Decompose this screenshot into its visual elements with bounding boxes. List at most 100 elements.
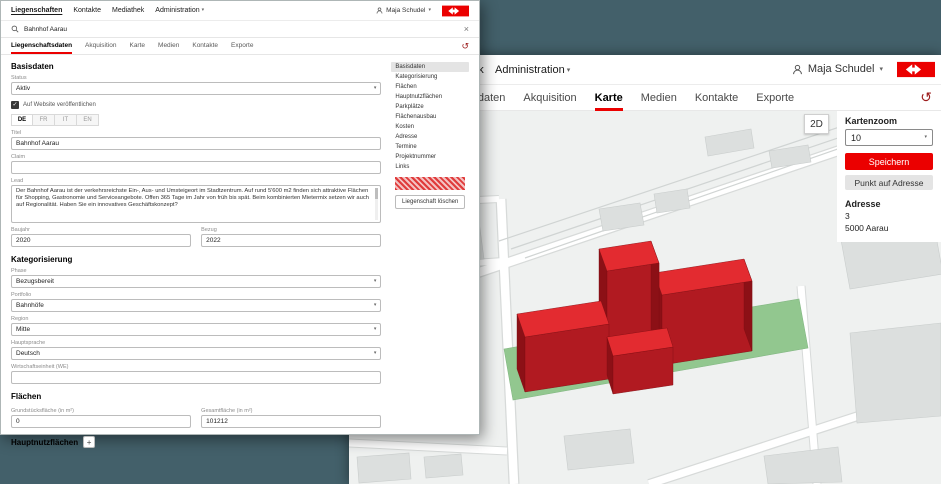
- chevron-down-icon: ▾: [374, 303, 377, 308]
- section-sidenav: Basisdaten Kategorisierung Flächen Haupt…: [391, 62, 469, 448]
- user-menu[interactable]: Maja Schudel ▾: [376, 7, 431, 14]
- gesamtflaeche-input[interactable]: 101212: [201, 415, 381, 428]
- lang-tab-it[interactable]: IT: [55, 114, 77, 126]
- clear-search-icon[interactable]: ×: [464, 24, 469, 34]
- phase-select[interactable]: Bezugsbereit ▾: [11, 275, 381, 288]
- lang-tab-en[interactable]: EN: [77, 114, 99, 126]
- portfolio-select[interactable]: Bahnhöfe ▾: [11, 299, 381, 312]
- tab-medien[interactable]: Medien: [641, 85, 677, 111]
- chevron-down-icon: ▾: [567, 67, 571, 74]
- publish-checkbox-row: ✓ Auf Website veröffentlichen: [11, 101, 381, 109]
- select-value: Bahnhöfe: [16, 302, 44, 309]
- chevron-down-icon: ▾: [374, 351, 377, 356]
- status-label: Status: [11, 75, 381, 81]
- wirtschaftseinheit-label: Wirtschaftseinheit (WE): [11, 364, 381, 370]
- publish-checkbox[interactable]: ✓: [11, 101, 19, 109]
- kartenzoom-label: Kartenzoom: [845, 116, 933, 126]
- lead-textarea[interactable]: Der Bahnhof Aarau ist der verkehrsreichs…: [11, 185, 381, 223]
- add-hauptnutzflaeche-button[interactable]: +: [83, 436, 95, 448]
- lang-tab-fr[interactable]: FR: [33, 114, 55, 126]
- map-thumbnail-placeholder[interactable]: [395, 177, 465, 190]
- tab-karte[interactable]: Karte: [129, 38, 145, 54]
- chevron-down-icon: ▾: [879, 66, 883, 73]
- address-line-1: 3: [845, 211, 933, 221]
- sidenav-item-adresse[interactable]: Adresse: [391, 132, 469, 142]
- select-value: 10: [851, 133, 861, 143]
- bezug-input[interactable]: 2022: [201, 234, 381, 247]
- gesamtflaeche-label: Gesamtfläche (in m²): [201, 408, 381, 414]
- hauptsprache-label: Hauptsprache: [11, 340, 381, 346]
- nav-item-mediathek[interactable]: Mediathek: [112, 7, 144, 14]
- speichern-button[interactable]: Speichern: [845, 153, 933, 170]
- sidenav-item-links[interactable]: Links: [391, 162, 469, 172]
- select-value: Mitte: [16, 326, 30, 333]
- tab-liegenschaftsdaten[interactable]: Liegenschaftsdaten: [11, 38, 72, 54]
- sidenav-item-flaechenausbau[interactable]: Flächenausbau: [391, 112, 469, 122]
- select-value: Deutsch: [16, 350, 40, 357]
- titel-label: Titel: [11, 130, 381, 136]
- kartenzoom-select[interactable]: 10 ▾: [845, 129, 933, 146]
- sidenav-item-projektnummer[interactable]: Projektnummer: [391, 152, 469, 162]
- tab-akquisition[interactable]: Akquisition: [85, 38, 116, 54]
- punkt-auf-adresse-button[interactable]: Punkt auf Adresse: [845, 175, 933, 190]
- claim-input[interactable]: [11, 161, 381, 174]
- address-line-2: 5000 Aarau: [845, 223, 933, 233]
- nav-item-label: Administration: [155, 7, 199, 14]
- delete-property-button[interactable]: Liegenschaft löschen: [395, 195, 465, 209]
- baujahr-label: Baujahr: [11, 227, 191, 233]
- select-value: Bezugsbereit: [16, 278, 54, 285]
- user-menu[interactable]: Maja Schudel ▾: [792, 63, 883, 75]
- chevron-down-icon: ▾: [202, 8, 205, 13]
- tab-kontakte[interactable]: Kontakte: [192, 38, 218, 54]
- lang-tab-de[interactable]: DE: [11, 114, 33, 126]
- sidenav-item-termine[interactable]: Termine: [391, 142, 469, 152]
- scrollbar-thumb[interactable]: [375, 188, 378, 199]
- nav-item-administration[interactable]: Administration ▾: [155, 7, 204, 14]
- language-tabs: DE FR IT EN: [11, 114, 381, 126]
- sidenav-item-kategorisierung[interactable]: Kategorisierung: [391, 72, 469, 82]
- sidenav-item-parkplaetze[interactable]: Parkplätze: [391, 102, 469, 112]
- search-icon: [11, 25, 19, 33]
- history-icon[interactable]: ↺: [920, 89, 932, 106]
- region-label: Region: [11, 316, 381, 322]
- sidenav-item-kosten[interactable]: Kosten: [391, 122, 469, 132]
- scrollbar[interactable]: [375, 188, 378, 220]
- sidenav-item-hauptnutzflaechen[interactable]: Hauptnutzflächen: [391, 92, 469, 102]
- lead-label: Lead: [11, 178, 381, 184]
- grundstuecksflaeche-input[interactable]: 0: [11, 415, 191, 428]
- property-form: Basisdaten Status Aktiv ▾ ✓ Auf Website …: [11, 62, 381, 448]
- sidenav-item-basisdaten[interactable]: Basisdaten: [391, 62, 469, 72]
- phase-label: Phase: [11, 268, 381, 274]
- chevron-down-icon: ▾: [374, 279, 377, 284]
- history-icon[interactable]: ↺: [461, 41, 469, 52]
- tab-kontakte[interactable]: Kontakte: [695, 85, 738, 111]
- region-select[interactable]: Mitte ▾: [11, 323, 381, 336]
- section-title-hauptnutzflaechen: Hauptnutzflächen: [11, 438, 78, 447]
- search-input[interactable]: Bahnhof Aarau: [24, 26, 67, 33]
- map-side-panel: Kartenzoom 10 ▾ Speichern Punkt auf Adre…: [837, 111, 941, 242]
- baujahr-input[interactable]: 2020: [11, 234, 191, 247]
- sidenav-item-flaechen[interactable]: Flächen: [391, 82, 469, 92]
- section-title-kategorisierung: Kategorisierung: [11, 255, 381, 264]
- status-select[interactable]: Aktiv ▾: [11, 82, 381, 95]
- map-2d-button[interactable]: 2D: [804, 114, 829, 134]
- main-nav: Liegenschaften Kontakte Mediathek Admini…: [1, 1, 479, 21]
- tab-karte[interactable]: Karte: [595, 85, 623, 111]
- tab-exporte[interactable]: Exporte: [756, 85, 794, 111]
- tab-exporte[interactable]: Exporte: [231, 38, 253, 54]
- chevron-down-icon: ▾: [374, 327, 377, 332]
- tab-medien[interactable]: Medien: [158, 38, 179, 54]
- user-name: Maja Schudel: [808, 63, 875, 75]
- publish-label: Auf Website veröffentlichen: [23, 102, 96, 108]
- section-title-flaechen: Flächen: [11, 392, 381, 401]
- nav-item-administration[interactable]: Administration ▾: [495, 64, 570, 76]
- tab-akquisition[interactable]: Akquisition: [523, 85, 576, 111]
- sbb-logo: [897, 61, 935, 78]
- nav-item-kontakte[interactable]: Kontakte: [73, 7, 101, 14]
- chevron-down-icon: ▾: [374, 86, 377, 91]
- hauptsprache-select[interactable]: Deutsch ▾: [11, 347, 381, 360]
- wirtschaftseinheit-input[interactable]: [11, 371, 381, 384]
- titel-input[interactable]: Bahnhof Aarau: [11, 137, 381, 150]
- nav-item-liegenschaften[interactable]: Liegenschaften: [11, 7, 62, 14]
- user-icon: [376, 7, 383, 14]
